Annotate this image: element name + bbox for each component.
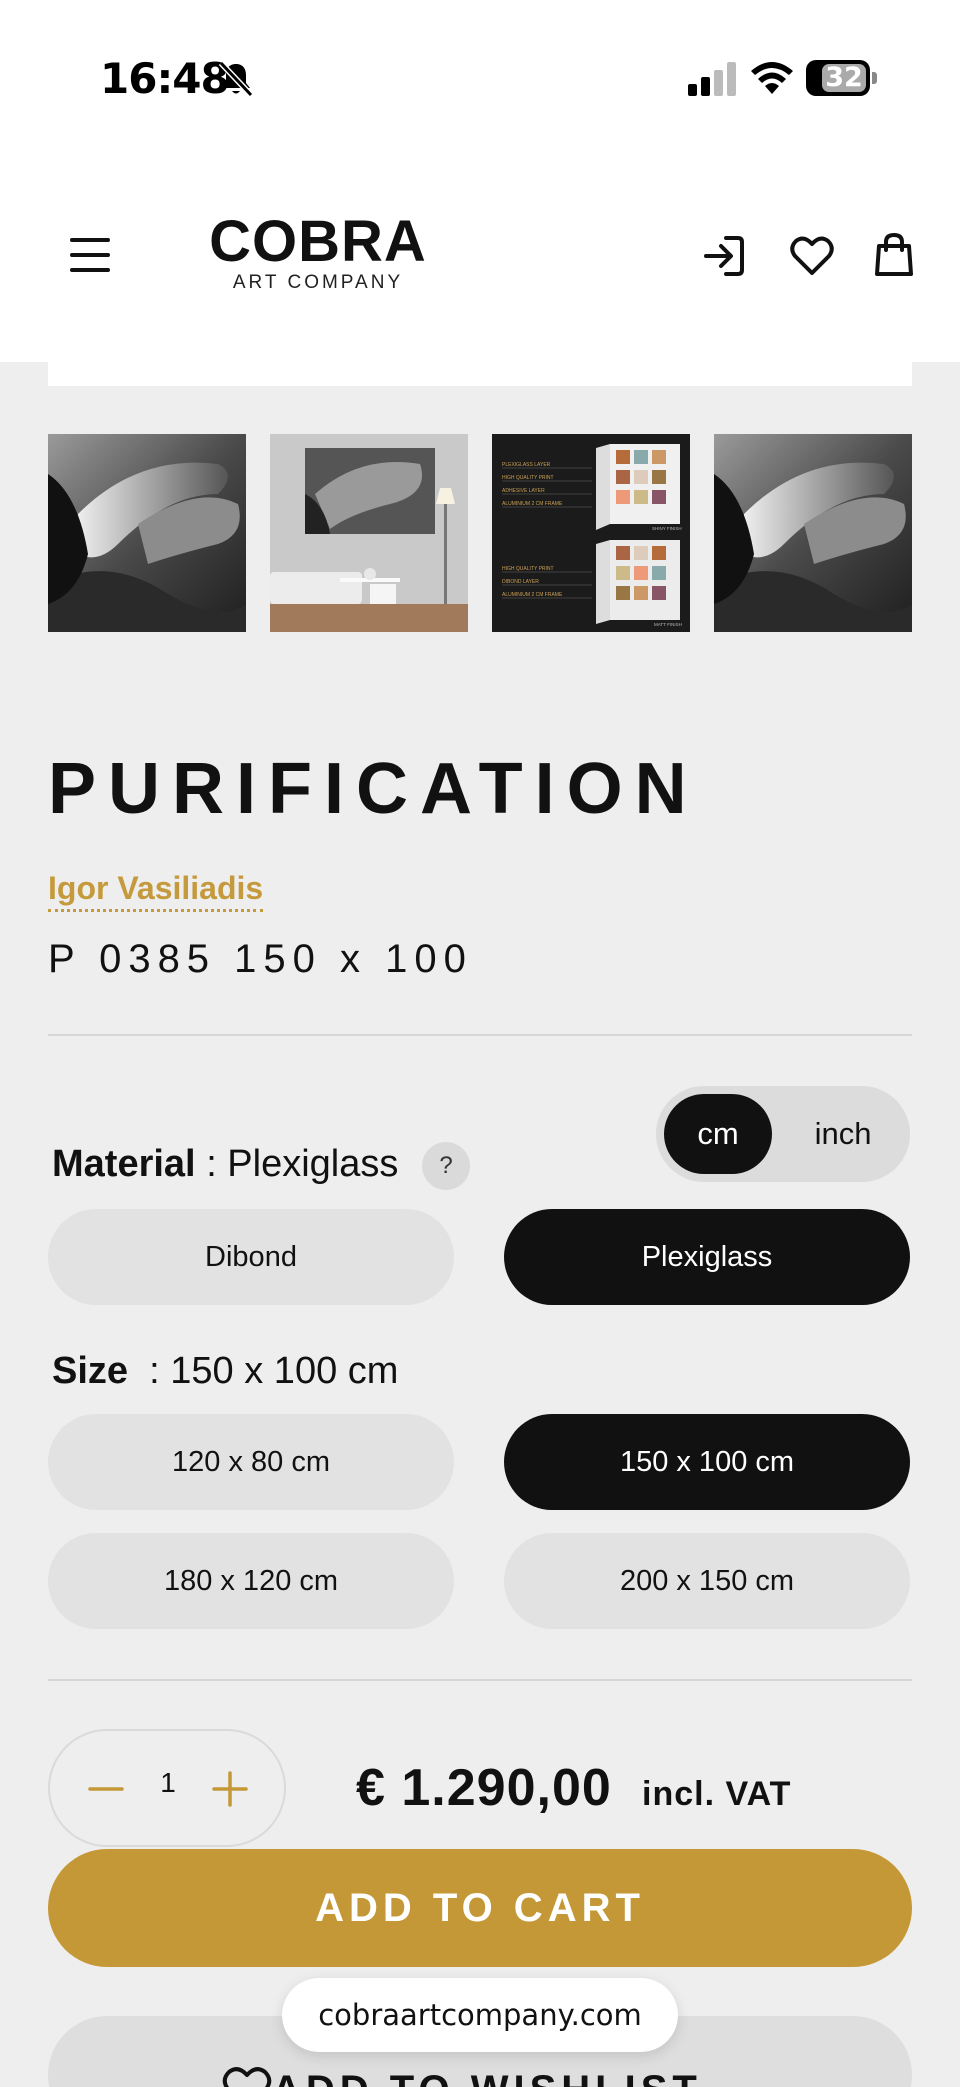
battery-level: 32 (825, 62, 863, 93)
add-to-cart-button[interactable]: ADD TO CART (48, 1849, 912, 1967)
divider (48, 1679, 912, 1681)
size-option-200x150[interactable]: 200 x 150 cm (504, 1533, 910, 1629)
layer-caption: MATT FINISH (654, 622, 682, 627)
signal-icon (688, 62, 736, 96)
material-option-dibond[interactable]: Dibond (48, 1209, 454, 1305)
thumbnail-gallery: PLEXIGLASS LAYER HIGH QUALITY PRINT ADHE… (48, 434, 912, 634)
layer-label: DIBOND LAYER (502, 579, 539, 585)
material-label-key: Material (52, 1143, 196, 1185)
product-title: PURIFICATION (48, 749, 699, 829)
product-price: € 1.290,00 (356, 1759, 612, 1817)
shopping-bag-icon[interactable] (874, 232, 914, 278)
layer-label: HIGH QUALITY PRINT (502, 566, 554, 572)
thumbnail-artwork[interactable] (48, 434, 246, 632)
unit-cm-button[interactable]: cm (664, 1094, 772, 1174)
layer-label: ALUMINIUM 2 CM FRAME (502, 501, 563, 507)
heart-icon[interactable] (790, 236, 834, 276)
layer-label: ADHESIVE LAYER (502, 488, 545, 494)
battery-icon: 32 (806, 60, 877, 96)
menu-icon[interactable] (70, 238, 110, 272)
site-header: COBRA ART COMPANY (0, 150, 960, 362)
logo-wordmark: COBRA (209, 209, 427, 274)
layer-label: HIGH QUALITY PRINT (502, 475, 554, 481)
wifi-icon (751, 62, 793, 94)
status-time: 16:48 (100, 54, 230, 103)
unit-toggle: cm inch (656, 1086, 910, 1182)
material-help-button[interactable]: ? (422, 1142, 470, 1190)
bell-muted-icon (218, 60, 254, 98)
material-selected-value: : Plexiglass (206, 1143, 399, 1185)
unit-inch-button[interactable]: inch (784, 1094, 902, 1174)
status-bar: 16:48 32 (0, 0, 960, 150)
heart-outline-icon (222, 2067, 272, 2087)
size-option-150x100[interactable]: 150 x 100 cm (504, 1414, 910, 1510)
quantity-stepper: 1 (48, 1729, 286, 1847)
layer-caption: SHINY FINISH (652, 526, 682, 531)
thumbnail-layer-info[interactable]: PLEXIGLASS LAYER HIGH QUALITY PRINT ADHE… (492, 434, 690, 632)
size-label: Size : 150 x 100 cm (52, 1350, 398, 1393)
plus-icon[interactable] (200, 1759, 260, 1819)
size-option-120x80[interactable]: 120 x 80 cm (48, 1414, 454, 1510)
thumbnail-artwork-2[interactable] (714, 434, 912, 632)
material-option-plexiglass[interactable]: Plexiglass (504, 1209, 910, 1305)
quantity-value[interactable]: 1 (146, 1767, 190, 1799)
product-sku: P 0385 150 x 100 (48, 937, 473, 981)
divider (48, 1034, 912, 1036)
size-selected-value: : 150 x 100 cm (149, 1350, 399, 1392)
logo[interactable]: COBRA ART COMPANY (188, 209, 448, 294)
vat-note: incl. VAT (642, 1775, 792, 1813)
thumbnail-room-mockup[interactable] (270, 434, 468, 632)
material-label: Material : Plexiglass (52, 1143, 398, 1186)
login-icon[interactable] (702, 234, 746, 278)
layer-label: ALUMINIUM 2 CM FRAME (502, 592, 563, 598)
size-label-key: Size (52, 1350, 129, 1392)
main-image-bottom-edge (48, 362, 912, 386)
browser-url-bar[interactable]: cobraartcompany.com (282, 1978, 678, 2052)
logo-subtitle: ART COMPANY (232, 272, 404, 293)
wishlist-label: ADD TO WISHLIST (272, 2068, 702, 2087)
minus-icon[interactable] (76, 1759, 136, 1819)
artist-link[interactable]: Igor Vasiliadis (48, 870, 264, 912)
size-option-180x120[interactable]: 180 x 120 cm (48, 1533, 454, 1629)
layer-label: PLEXIGLASS LAYER (502, 462, 551, 468)
